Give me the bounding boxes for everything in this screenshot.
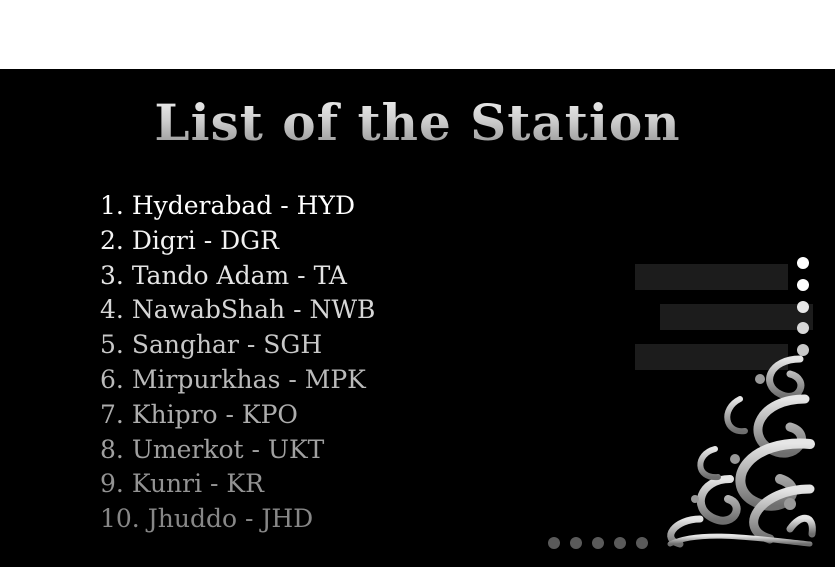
list-item: 2. Digri - DGR [100, 224, 375, 259]
list-item: 3. Tando Adam - TA [100, 259, 375, 294]
item-number: 1. [100, 191, 124, 220]
list-item: 1. Hyderabad - HYD [100, 189, 375, 224]
decorative-bar [635, 264, 788, 290]
list-item: 6. Mirpurkhas - MPK [100, 363, 375, 398]
station-list: 1. Hyderabad - HYD 2. Digri - DGR 3. Tan… [100, 189, 375, 537]
list-item: 5. Sanghar - SGH [100, 328, 375, 363]
decorative-dot [570, 537, 582, 549]
item-number: 2. [100, 225, 124, 255]
item-number: 10. [100, 504, 140, 534]
item-text: Digri - DGR [131, 225, 279, 255]
item-number: 3. [100, 260, 124, 290]
item-number: 9. [100, 469, 124, 499]
item-text: Mirpurkhas - MPK [131, 364, 366, 394]
item-text: Jhuddo - JHD [147, 504, 314, 534]
decorative-dot [797, 301, 809, 313]
item-text: Sanghar - SGH [131, 330, 323, 360]
list-item: 10. Jhuddo - JHD [100, 502, 375, 537]
item-number: 7. [100, 399, 124, 429]
decorative-dot [592, 537, 604, 549]
swirl-ornament-icon [667, 355, 816, 548]
item-text: Umerkot - UKT [131, 434, 325, 464]
list-item: 4. NawabShah - NWB [100, 293, 375, 328]
item-text: NawabShah - NWB [131, 295, 376, 325]
list-item: 9. Kunri - KR [100, 467, 375, 502]
item-number: 8. [100, 434, 124, 464]
list-item: 7. Khipro - KPO [100, 398, 375, 433]
item-number: 6. [100, 364, 124, 394]
item-text: Tando Adam - TA [131, 260, 347, 290]
decorative-bar [660, 304, 813, 330]
decorative-dot [548, 537, 560, 549]
decorative-dot [797, 279, 809, 291]
item-number: 4. [100, 295, 124, 325]
item-text: Kunri - KR [131, 469, 264, 499]
slide: List of the Station 1. Hyderabad - HYD 2… [0, 69, 835, 567]
item-text: Khipro - KPO [131, 399, 298, 429]
list-item: 8. Umerkot - UKT [100, 433, 375, 468]
decorative-dot [797, 257, 809, 269]
slide-title: List of the Station [0, 93, 835, 152]
item-number: 5. [100, 330, 124, 360]
item-text: Hyderabad - HYD [131, 191, 355, 220]
decorative-dot [797, 322, 809, 334]
decorative-dot [614, 537, 626, 549]
